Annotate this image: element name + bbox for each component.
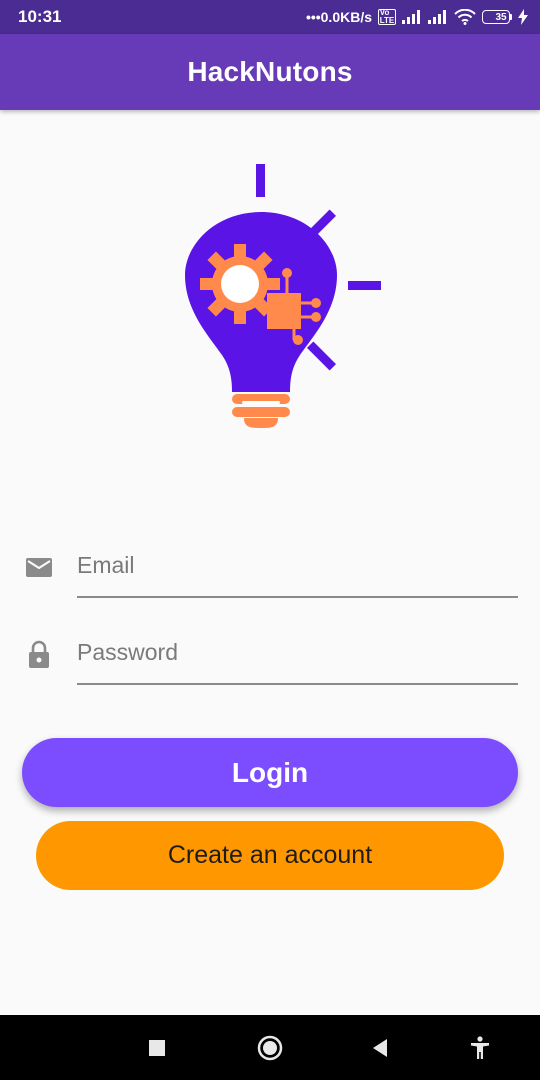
status-time: 10:31 bbox=[18, 7, 62, 26]
password-input[interactable] bbox=[77, 621, 518, 683]
charging-icon bbox=[518, 9, 528, 25]
battery-level: 35 bbox=[495, 11, 507, 23]
wifi-icon bbox=[454, 9, 476, 25]
status-indicators: •••0.0KB/s Vo LTE 35 bbox=[306, 6, 528, 28]
status-bar: 10:31 •••0.0KB/s Vo LTE 35 bbox=[0, 0, 540, 34]
signal-icon-2 bbox=[428, 10, 446, 24]
login-button[interactable]: Login bbox=[22, 738, 518, 807]
password-field bbox=[22, 621, 518, 691]
create-account-button[interactable]: Create an account bbox=[36, 821, 504, 890]
lightbulb-gear-circuit-icon bbox=[185, 164, 381, 428]
password-underline bbox=[77, 683, 518, 685]
volte-icon: Vo LTE bbox=[378, 9, 396, 25]
signal-icon bbox=[402, 10, 420, 24]
app-title: HackNutons bbox=[187, 56, 353, 87]
email-icon bbox=[26, 558, 52, 577]
accessibility-icon[interactable] bbox=[467, 1035, 493, 1061]
email-underline bbox=[77, 596, 518, 598]
email-input[interactable] bbox=[77, 534, 518, 596]
recents-icon[interactable] bbox=[144, 1035, 170, 1061]
app-bar: HackNutons bbox=[0, 34, 540, 110]
volte-label: Vo LTE bbox=[379, 8, 395, 25]
navigation-bar bbox=[0, 1015, 540, 1080]
network-speed: •••0.0KB/s bbox=[305, 9, 372, 25]
lock-icon bbox=[29, 640, 49, 668]
home-icon[interactable] bbox=[257, 1035, 283, 1061]
email-field bbox=[22, 534, 518, 604]
back-icon[interactable] bbox=[367, 1035, 393, 1061]
battery-icon: 35 bbox=[482, 10, 512, 24]
